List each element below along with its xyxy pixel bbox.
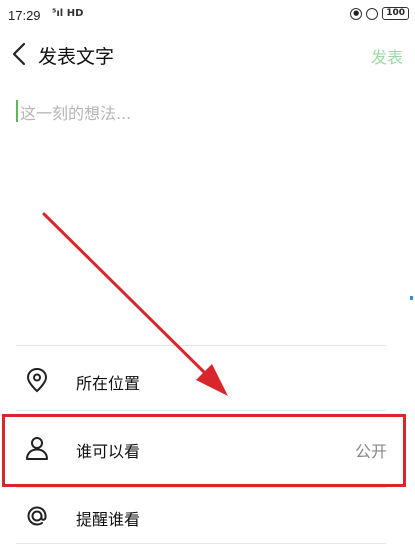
text-caret: [16, 100, 18, 122]
signal-icon: ⁵ıl HD: [52, 8, 84, 19]
text-input-placeholder: 这一刻的想法...: [20, 104, 132, 123]
divider-location: [16, 410, 386, 411]
header: 发表文字 发表: [0, 30, 415, 80]
annotation-highlight-box: [2, 414, 406, 487]
record-icon: ●: [350, 7, 363, 20]
alarm-icon: [366, 7, 379, 20]
scroll-indicator: [410, 296, 413, 300]
location-pin-icon: [26, 367, 48, 393]
page-title: 发表文字: [38, 46, 115, 68]
option-location[interactable]: 所在位置: [0, 352, 415, 408]
back-arrow-icon[interactable]: [8, 40, 32, 68]
battery-icon: 100: [382, 7, 409, 20]
status-bar: 17:29 ⁵ıl HD ● 100: [0, 0, 415, 30]
publish-button[interactable]: 发表: [371, 44, 403, 68]
option-remind[interactable]: 提醒谁看: [0, 488, 415, 544]
option-remind-label: 提醒谁看: [76, 510, 141, 529]
option-location-label: 所在位置: [76, 374, 141, 393]
status-time: 17:29: [8, 8, 41, 23]
text-input[interactable]: 这一刻的想法...: [16, 96, 396, 296]
divider-top: [16, 345, 386, 346]
at-sign-icon: [27, 506, 47, 526]
status-icons: ● 100: [350, 7, 409, 20]
